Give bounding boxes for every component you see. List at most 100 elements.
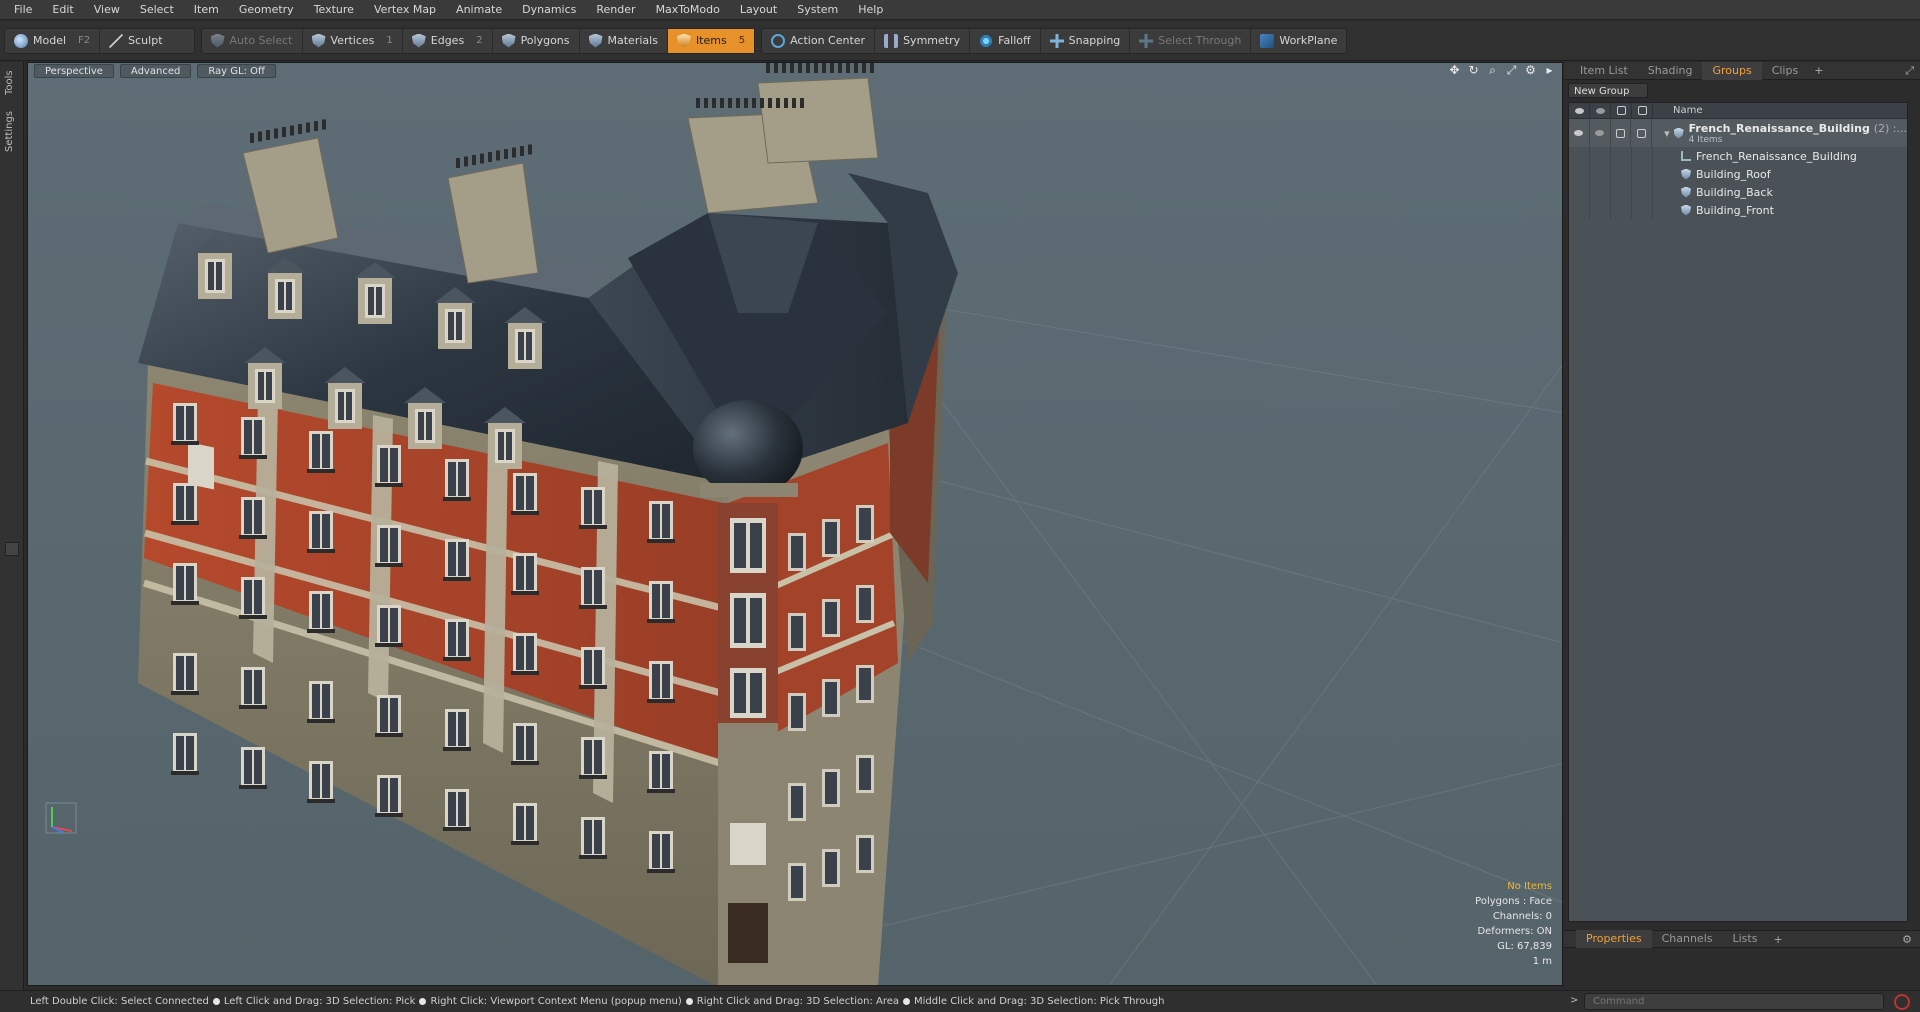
deformers-info: Deformers: ON xyxy=(1477,926,1552,937)
menu-geometry[interactable]: Geometry xyxy=(229,0,304,20)
falloff-label: Falloff xyxy=(998,34,1031,47)
command-arrow-icon: > xyxy=(1570,995,1579,1006)
menu-texture[interactable]: Texture xyxy=(304,0,364,20)
tab-groups[interactable]: Groups xyxy=(1702,61,1762,80)
menu-edit[interactable]: Edit xyxy=(42,0,83,20)
scene-render[interactable] xyxy=(28,63,1563,986)
model-button[interactable]: Model F2 xyxy=(5,28,101,53)
polygons-button[interactable]: Polygons xyxy=(493,28,580,53)
edges-hotkey: 2 xyxy=(476,35,483,46)
tab-properties[interactable]: Properties xyxy=(1576,930,1652,948)
group-root-row[interactable]: ▾ French_Renaissance_Building (2) :... 4… xyxy=(1569,119,1907,147)
render-toggle[interactable] xyxy=(1590,119,1611,147)
group-child-row[interactable]: Building_Back xyxy=(1569,183,1907,201)
maximize-view-icon[interactable]: ⤢ xyxy=(1505,64,1518,77)
bullet-icon xyxy=(685,998,693,1005)
select-toggle[interactable] xyxy=(1631,119,1653,147)
channels-info: Channels: 0 xyxy=(1492,911,1552,922)
scale-info: 1 m xyxy=(1532,956,1552,967)
menu-system[interactable]: System xyxy=(787,0,848,20)
hint-3: Right Click: Viewport Context Menu (popu… xyxy=(430,996,682,1007)
select-through-button[interactable]: Select Through xyxy=(1130,28,1252,53)
select-column-icon[interactable] xyxy=(1632,102,1653,119)
group-child-row[interactable]: French_Renaissance_Building xyxy=(1569,147,1907,165)
tab-item-list[interactable]: Item List xyxy=(1570,62,1638,80)
mesh-icon xyxy=(1681,168,1691,180)
group-child-row[interactable]: Building_Roof xyxy=(1569,165,1907,183)
edges-label: Edges xyxy=(430,34,465,47)
vertices-label: Vertices xyxy=(330,34,375,47)
bullet-icon xyxy=(419,998,427,1005)
auto-select-label: Auto Select xyxy=(229,34,293,47)
menu-view[interactable]: View xyxy=(84,0,130,20)
action-center-button[interactable]: Action Center xyxy=(762,28,876,53)
settings-tab[interactable]: Settings xyxy=(4,106,20,156)
menu-file[interactable]: File xyxy=(4,0,42,20)
right-panel: Item List Shading Groups Clips + ⤢ New G… xyxy=(1564,61,1920,990)
group-count: (2) :... xyxy=(1873,121,1907,135)
materials-label: Materials xyxy=(607,34,658,47)
menu-bar: File Edit View Select Item Geometry Text… xyxy=(0,0,1920,20)
render-column-icon[interactable] xyxy=(1590,102,1611,119)
snapping-label: Snapping xyxy=(1068,34,1121,47)
zoom-view-icon[interactable]: ⌕ xyxy=(1486,64,1499,77)
view-mode-dropdown[interactable]: Perspective xyxy=(34,64,114,78)
action-center-icon xyxy=(771,33,786,48)
move-view-icon[interactable]: ✥ xyxy=(1448,64,1461,77)
shading-mode-dropdown[interactable]: Advanced xyxy=(119,64,192,78)
3d-viewport[interactable]: Perspective Advanced Ray GL: Off ✥ ↻ ⌕ ⤢… xyxy=(27,62,1563,986)
menu-dynamics[interactable]: Dynamics xyxy=(512,0,586,20)
tools-tab[interactable]: Tools xyxy=(4,66,20,100)
panel-settings-icon[interactable]: ⚙ xyxy=(1902,933,1912,946)
viewport-info-overlay: No Items Polygons : Face Channels: 0 Def… xyxy=(1475,879,1552,969)
viewport-menu-arrow-icon[interactable]: ▸ xyxy=(1543,64,1556,77)
raygl-toggle[interactable]: Ray GL: Off xyxy=(197,64,276,78)
child-name: Building_Roof xyxy=(1696,167,1771,181)
items-button[interactable]: Items 5 xyxy=(667,28,755,53)
vertices-hotkey: 1 xyxy=(386,35,393,46)
expand-arrow-icon[interactable]: ▾ xyxy=(1664,127,1670,140)
vertices-button[interactable]: Vertices 1 xyxy=(303,28,403,53)
edges-button[interactable]: Edges 2 xyxy=(403,28,493,53)
visibility-column-icon[interactable] xyxy=(1569,102,1590,119)
name-column-header[interactable]: Name xyxy=(1653,105,1703,116)
materials-button[interactable]: Materials xyxy=(580,28,668,53)
menu-item[interactable]: Item xyxy=(184,0,229,20)
hint-4: Right Click and Drag: 3D Selection: Area xyxy=(696,996,900,1007)
tab-lists[interactable]: Lists xyxy=(1723,930,1768,948)
tab-shading[interactable]: Shading xyxy=(1638,62,1703,80)
menu-render[interactable]: Render xyxy=(586,0,645,20)
polygons-info: Polygons : Face xyxy=(1475,896,1552,907)
tab-channels[interactable]: Channels xyxy=(1652,930,1723,948)
lock-toggle[interactable] xyxy=(1611,119,1632,147)
strip-toggle-button[interactable] xyxy=(5,542,19,556)
auto-select-button[interactable]: Auto Select xyxy=(202,28,303,53)
menu-animate[interactable]: Animate xyxy=(446,0,512,20)
menu-vertex-map[interactable]: Vertex Map xyxy=(364,0,446,20)
visibility-toggle[interactable] xyxy=(1569,119,1590,147)
menu-layout[interactable]: Layout xyxy=(730,0,787,20)
lock-column-icon[interactable] xyxy=(1611,102,1632,119)
viewport-settings-icon[interactable]: ⚙ xyxy=(1524,64,1537,77)
snapping-button[interactable]: Snapping xyxy=(1041,28,1131,53)
add-tab-icon[interactable]: + xyxy=(1767,933,1788,946)
group-child-row[interactable]: Building_Front xyxy=(1569,201,1907,219)
panel-expand-icon[interactable]: ⤢ xyxy=(1905,64,1914,78)
command-history-icon[interactable] xyxy=(1894,994,1910,1010)
items-icon xyxy=(676,33,691,48)
viewport-nav-controls: ✥ ↻ ⌕ ⤢ ⚙ ▸ xyxy=(1448,64,1556,77)
menu-maxtomodo[interactable]: MaxToModo xyxy=(646,0,730,20)
workplane-button[interactable]: WorkPlane xyxy=(1251,29,1346,53)
falloff-icon xyxy=(979,33,994,48)
menu-help[interactable]: Help xyxy=(848,0,893,20)
falloff-button[interactable]: Falloff xyxy=(970,28,1041,53)
sculpt-button[interactable]: Sculpt xyxy=(100,29,193,53)
add-tab-icon[interactable]: + xyxy=(1808,64,1829,77)
menu-select[interactable]: Select xyxy=(130,0,184,20)
rotate-view-icon[interactable]: ↻ xyxy=(1467,64,1480,77)
new-group-button[interactable]: New Group xyxy=(1568,83,1648,98)
symmetry-button[interactable]: Symmetry xyxy=(875,28,971,53)
tab-clips[interactable]: Clips xyxy=(1762,62,1809,80)
command-input[interactable] xyxy=(1584,993,1884,1010)
bullet-icon xyxy=(212,998,220,1005)
